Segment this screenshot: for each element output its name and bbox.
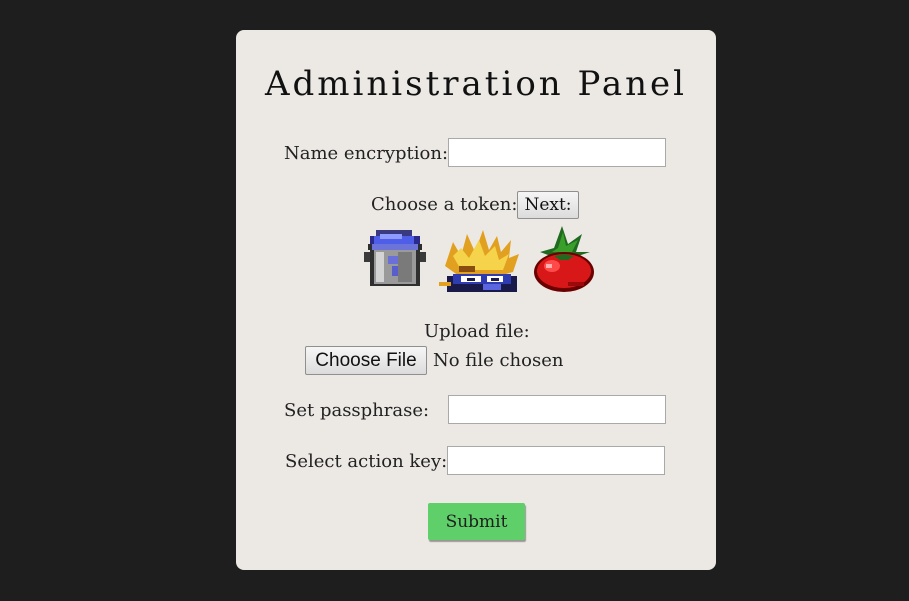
name-encryption-label: Name encryption: <box>284 143 449 164</box>
action-key-label: Select action key: <box>285 451 448 472</box>
passphrase-input[interactable] <box>448 395 666 424</box>
choose-token-label: Choose a token: <box>371 194 518 215</box>
upload-file-label: Upload file: <box>424 321 530 342</box>
admin-panel: Administration Panel Name encryption: Ch… <box>236 30 716 570</box>
name-encryption-input[interactable] <box>448 138 666 167</box>
next-token-button[interactable]: Next: <box>517 191 579 219</box>
bucket-icon[interactable] <box>364 226 426 292</box>
tomato-icon[interactable] <box>532 226 596 294</box>
passphrase-label: Set passphrase: <box>284 400 430 421</box>
page-title: Administration Panel <box>264 64 688 104</box>
submit-button[interactable]: Submit <box>428 503 525 540</box>
action-key-input[interactable] <box>447 446 665 475</box>
file-status-text: No file chosen <box>433 350 564 371</box>
spiky-hair-character-icon[interactable] <box>439 226 521 292</box>
choose-file-button[interactable]: Choose File <box>305 346 427 375</box>
